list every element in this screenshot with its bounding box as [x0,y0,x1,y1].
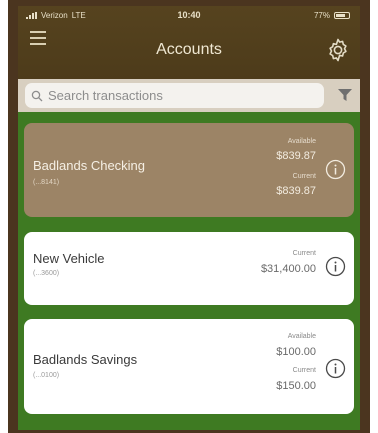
info-icon[interactable] [325,358,346,379]
app-header: Verizon LTE 10:40 77% Accounts [18,6,360,79]
account-name: Badlands Checking [33,158,146,173]
status-bar: Verizon LTE 10:40 77% [18,6,360,24]
app-screen: Verizon LTE 10:40 77% Accounts Search tr… [18,6,360,430]
account-name: Badlands Savings [33,352,138,367]
available-balance: $839.87 [276,150,316,162]
current-balance: $31,400.00 [260,263,316,275]
account-card-badlands-savings[interactable]: Badlands Savings (...0100) Available $10… [24,319,354,414]
funnel-icon[interactable] [338,89,352,101]
battery-fill [336,14,346,17]
gear-icon[interactable] [326,38,350,62]
battery-percent: 77% [313,11,330,20]
search-placeholder: Search transactions [48,88,163,103]
account-card-new-vehicle[interactable]: New Vehicle (...3600) Current $31,400.00 [24,232,354,305]
search-input[interactable]: Search transactions [25,83,324,108]
account-number: (...8141) [33,179,60,186]
info-icon[interactable] [325,256,346,277]
current-balance: $150.00 [276,380,316,392]
status-right: 77% [314,11,350,20]
account-name: New Vehicle [33,251,105,266]
page-title: Accounts [156,41,222,58]
account-number: (...0100) [33,372,60,379]
current-label: Current [292,250,316,257]
status-time: 10:40 [177,10,201,20]
current-balance: $839.87 [276,185,316,197]
device-frame: Verizon LTE 10:40 77% Accounts Search tr… [8,0,370,433]
search-icon [31,90,43,101]
search-bar: Search transactions [18,79,360,112]
available-balance: $100.00 [276,346,316,358]
available-label: Available [287,138,316,145]
current-label: Current [292,173,316,180]
battery-icon [334,12,350,19]
current-label: Current [292,367,316,374]
account-card-badlands-checking[interactable]: Badlands Checking (...8141) Available $8… [24,123,354,217]
info-icon[interactable] [325,159,346,180]
available-label: Available [287,333,316,340]
account-number: (...3600) [33,270,60,277]
